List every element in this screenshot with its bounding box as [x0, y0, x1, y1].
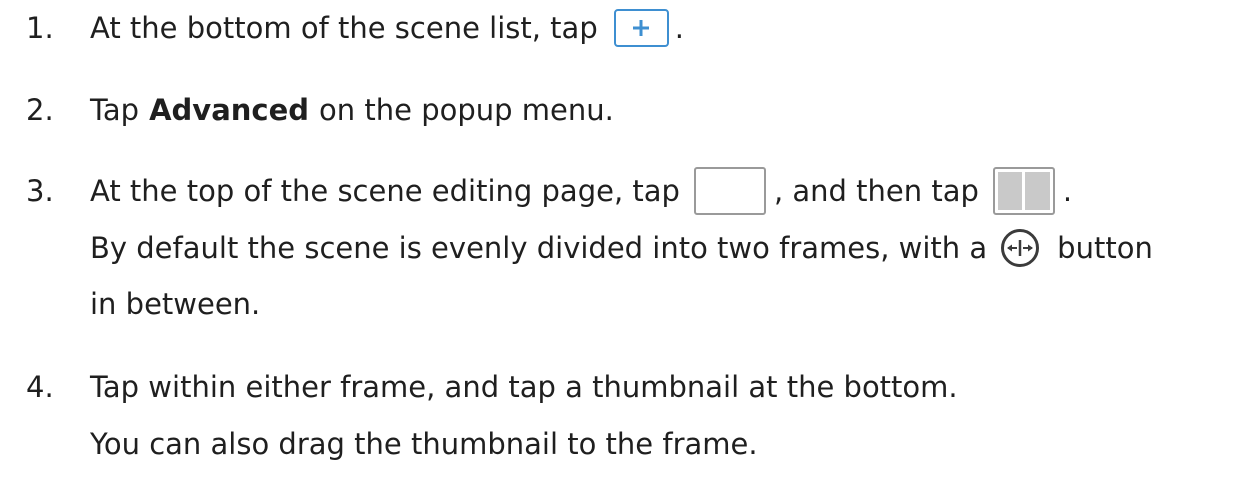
step-4: 4. Tap within either frame, and tap a th…	[26, 361, 958, 413]
step-text: At the top of the scene editing page, ta…	[90, 174, 680, 208]
step-number: 1.	[26, 11, 54, 45]
step-1: 1. At the bottom of the scene list, tap …	[26, 2, 684, 54]
step-text-middle: , and then tap	[773, 174, 979, 208]
detail-text: You can also drag the thumbnail to the f…	[90, 427, 758, 461]
step-number: 3.	[26, 174, 54, 208]
single-frame-icon	[693, 167, 766, 215]
split-frame-icon	[992, 167, 1055, 215]
step-3-detail-line2: in between.	[90, 278, 260, 330]
step-text: At the bottom of the scene list, tap	[90, 11, 598, 45]
step-number: 2.	[26, 93, 54, 127]
step-2: 2. Tap Advanced on the popup menu.	[26, 84, 614, 136]
step-text-end: .	[1062, 174, 1073, 208]
step-text-end: .	[674, 11, 684, 45]
step-text: Tap	[90, 93, 140, 127]
step-3-detail: By default the scene is evenly divided i…	[90, 222, 1153, 274]
plus-icon	[613, 9, 669, 47]
frame-divider-icon	[1001, 229, 1040, 267]
detail-text-end: button	[1057, 231, 1153, 265]
step-text: Tap within either frame, and tap a thumb…	[90, 370, 958, 404]
step-3: 3. At the top of the scene editing page,…	[26, 165, 1072, 217]
step-text-end: on the popup menu.	[319, 93, 614, 127]
step-number: 4.	[26, 370, 54, 404]
detail-text: By default the scene is evenly divided i…	[90, 231, 988, 265]
advanced-label: Advanced	[149, 93, 310, 127]
step-4-detail: You can also drag the thumbnail to the f…	[90, 418, 758, 470]
detail-text: in between.	[90, 287, 261, 321]
